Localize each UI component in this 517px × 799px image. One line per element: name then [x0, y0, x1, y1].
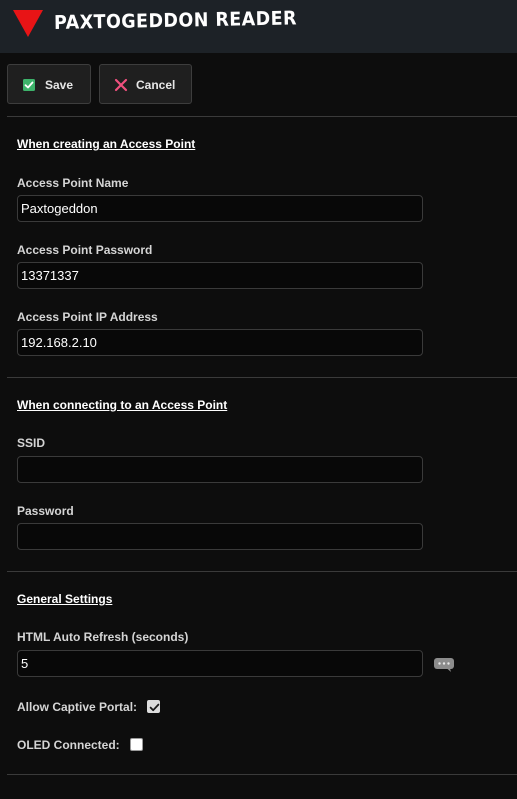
- ap-password-label: Access Point Password: [17, 243, 153, 257]
- auto-refresh-label: HTML Auto Refresh (seconds): [17, 630, 189, 644]
- section-title-connect: When connecting to an Access Point: [17, 398, 228, 412]
- cancel-x-icon: [114, 78, 128, 92]
- ap-name-label: Access Point Name: [17, 176, 129, 190]
- divider: [7, 774, 517, 775]
- section-title-access-point: When creating an Access Point: [17, 137, 196, 151]
- divider: [7, 377, 517, 378]
- wifi-password-input[interactable]: [17, 523, 423, 550]
- save-button[interactable]: Save: [7, 64, 91, 104]
- app-header: PAXTOGEDDON READER: [0, 0, 517, 53]
- cancel-button-label: Cancel: [136, 78, 176, 92]
- ap-ip-input[interactable]: [17, 329, 423, 356]
- cancel-button[interactable]: Cancel: [99, 64, 192, 104]
- ssid-input[interactable]: [17, 456, 423, 483]
- ap-password-input[interactable]: [17, 262, 423, 289]
- captive-portal-checkbox[interactable]: [147, 700, 160, 713]
- divider: [7, 571, 517, 572]
- ssid-label: SSID: [17, 436, 46, 450]
- wifi-password-label: Password: [17, 504, 74, 518]
- ap-name-input[interactable]: [17, 195, 423, 222]
- oled-connected-checkbox[interactable]: [130, 738, 143, 751]
- divider: [7, 116, 517, 117]
- save-button-label: Save: [45, 78, 74, 92]
- ap-ip-label: Access Point IP Address: [17, 310, 158, 324]
- chat-bubble-icon[interactable]: [433, 657, 455, 673]
- checkmark-icon: [149, 703, 160, 712]
- captive-portal-label: Allow Captive Portal:: [17, 700, 138, 714]
- save-check-icon: [23, 79, 35, 91]
- logo-triangle-icon: [13, 10, 43, 37]
- app-title: PAXTOGEDDON READER: [53, 7, 298, 34]
- oled-connected-label: OLED Connected:: [17, 738, 120, 752]
- section-title-general: General Settings: [17, 592, 113, 606]
- auto-refresh-input[interactable]: [17, 650, 423, 677]
